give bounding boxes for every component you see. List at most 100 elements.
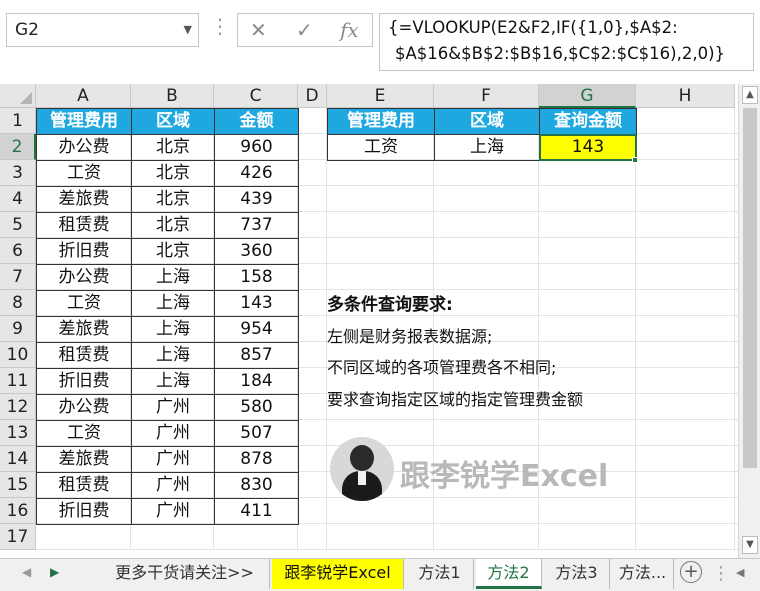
tab-brand[interactable]: 跟李锐学Excel [272,559,404,589]
lookup-cell[interactable]: 工资 [327,134,435,161]
table-cell[interactable]: 184 [214,368,299,395]
add-sheet-icon[interactable]: + [680,561,702,583]
table-cell[interactable]: 580 [214,394,299,421]
cancel-icon[interactable]: ✕ [250,18,267,42]
row-header-11[interactable]: 11 [0,368,36,394]
tab-follow[interactable]: 更多干货请关注>> [100,559,270,589]
column-header-e[interactable]: E [327,84,434,108]
tab-method-2[interactable]: 方法2 [476,559,542,589]
table-cell[interactable]: 租赁费 [36,212,132,239]
lookup-header-cell[interactable]: 区域 [434,108,540,135]
table-cell[interactable]: 工资 [36,160,132,187]
table-cell[interactable]: 426 [214,160,299,187]
table-cell[interactable]: 办公费 [36,134,132,161]
scroll-left-icon[interactable]: ◀ [736,566,744,579]
lookup-cell[interactable]: 上海 [434,134,540,161]
table-cell[interactable]: 北京 [131,238,215,265]
column-header-d[interactable]: D [298,84,327,108]
table-cell[interactable]: 广州 [131,498,215,525]
row-header-14[interactable]: 14 [0,446,36,472]
table-cell[interactable]: 折旧费 [36,498,132,525]
table-cell[interactable]: 上海 [131,264,215,291]
row-header-9[interactable]: 9 [0,316,36,342]
row-header-12[interactable]: 12 [0,394,36,420]
splitter-dots-icon[interactable]: ⋮ [210,14,231,38]
table-cell[interactable]: 北京 [131,134,215,161]
name-box[interactable]: G2 ▼ [6,13,199,47]
table-cell[interactable]: 工资 [36,420,132,447]
result-cell[interactable]: 143 [539,134,637,161]
scrollbar-thumb[interactable] [743,108,757,468]
column-header-g[interactable]: G [539,84,636,108]
table-cell[interactable]: 830 [214,472,299,499]
row-header-10[interactable]: 10 [0,342,36,368]
table-cell[interactable]: 折旧费 [36,238,132,265]
column-header-b[interactable]: B [131,84,214,108]
table-header-cell[interactable]: 管理费用 [36,108,132,135]
table-cell[interactable]: 广州 [131,446,215,473]
formula-input[interactable]: {=VLOOKUP(E2&F2,IF({1,0},$A$2: $A$16&$B$… [379,13,754,71]
table-header-cell[interactable]: 金额 [214,108,299,135]
column-header-c[interactable]: C [214,84,298,108]
tab-scroll-right-icon[interactable]: ▶ [50,565,59,579]
insert-function-icon[interactable]: fx [340,18,359,42]
row-header-1[interactable]: 1 [0,108,36,134]
table-cell[interactable]: 差旅费 [36,446,132,473]
table-cell[interactable]: 143 [214,290,299,317]
tab-more[interactable]: 方法... [612,559,674,589]
table-cell[interactable]: 办公费 [36,264,132,291]
lookup-header-cell[interactable]: 管理费用 [327,108,435,135]
lookup-header-cell[interactable]: 查询金额 [539,108,637,135]
table-cell[interactable]: 广州 [131,420,215,447]
row-header-13[interactable]: 13 [0,420,36,446]
table-cell[interactable]: 上海 [131,368,215,395]
worksheet-grid[interactable]: ABCDEFGH 1 2 3 4 5 6 7 8 9 10 11 12 13 14 15 16 17 管理费用区… [0,84,738,558]
row-header-17[interactable]: 17 [0,524,36,550]
row-header-16[interactable]: 16 [0,498,36,524]
row-header-7[interactable]: 7 [0,264,36,290]
fill-handle[interactable] [632,157,638,163]
table-cell[interactable]: 广州 [131,394,215,421]
tab-scroll-left-icon[interactable]: ◀ [22,565,31,579]
table-cell[interactable]: 办公费 [36,394,132,421]
table-cell[interactable]: 北京 [131,212,215,239]
table-cell[interactable]: 960 [214,134,299,161]
scroll-down-icon[interactable]: ▼ [742,536,758,554]
table-cell[interactable]: 上海 [131,316,215,343]
table-cell[interactable]: 737 [214,212,299,239]
table-cell[interactable]: 上海 [131,342,215,369]
vertical-scrollbar[interactable]: ▲ ▼ [738,84,760,558]
table-cell[interactable]: 折旧费 [36,368,132,395]
table-cell[interactable]: 上海 [131,290,215,317]
table-cell[interactable]: 158 [214,264,299,291]
table-cell[interactable]: 439 [214,186,299,213]
table-cell[interactable]: 租赁费 [36,342,132,369]
table-cell[interactable]: 北京 [131,160,215,187]
table-cell[interactable]: 租赁费 [36,472,132,499]
row-header-15[interactable]: 15 [0,472,36,498]
table-cell[interactable]: 北京 [131,186,215,213]
select-all-corner[interactable] [0,84,36,108]
tab-method-1[interactable]: 方法1 [406,559,474,589]
table-cell[interactable]: 507 [214,420,299,447]
column-header-h[interactable]: H [636,84,735,108]
table-cell[interactable]: 954 [214,316,299,343]
row-header-2[interactable]: 2 [0,134,36,160]
column-header-f[interactable]: F [434,84,539,108]
table-cell[interactable]: 878 [214,446,299,473]
table-cell[interactable]: 工资 [36,290,132,317]
column-header-a[interactable]: A [36,84,131,108]
table-cell[interactable]: 857 [214,342,299,369]
tab-method-3[interactable]: 方法3 [544,559,610,589]
table-cell[interactable]: 差旅费 [36,186,132,213]
chevron-down-icon[interactable]: ▼ [184,23,192,36]
row-header-8[interactable]: 8 [0,290,36,316]
table-header-cell[interactable]: 区域 [131,108,215,135]
row-header-3[interactable]: 3 [0,160,36,186]
table-cell[interactable]: 360 [214,238,299,265]
table-cell[interactable]: 411 [214,498,299,525]
splitter-dots-icon[interactable]: ⋮ [712,563,730,584]
table-cell[interactable]: 广州 [131,472,215,499]
row-header-5[interactable]: 5 [0,212,36,238]
table-cell[interactable]: 差旅费 [36,316,132,343]
